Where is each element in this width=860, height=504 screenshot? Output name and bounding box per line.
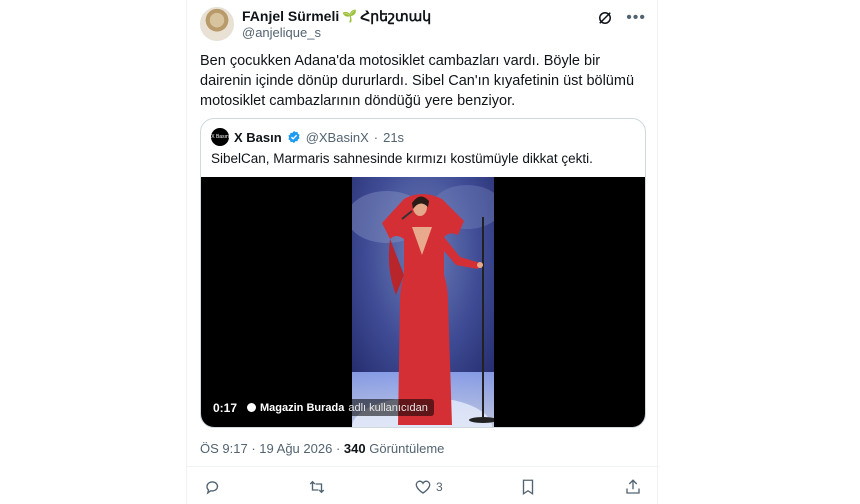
reply-icon: [206, 481, 219, 495]
quote-separator: ·: [373, 129, 379, 145]
more-icon[interactable]: •••: [626, 9, 646, 27]
tweet-header: FAnjel Sürmeli 🌱 Հրեշտակ @anjelique_s ••…: [200, 7, 650, 41]
author-display-name[interactable]: FAnjel Sürmeli 🌱 Հրեշտակ: [242, 8, 431, 25]
tweet-date[interactable]: 19 Ağu 2026: [259, 441, 332, 456]
verified-badge-icon: [288, 130, 300, 144]
author-name-text[interactable]: FAnjel Sürmeli: [242, 8, 339, 25]
quote-avatar[interactable]: X Basın: [211, 128, 229, 146]
tweet-time[interactable]: ÖS 9:17: [200, 441, 248, 456]
author-handle[interactable]: @anjelique_s: [242, 25, 431, 41]
quote-header: X Basın X Basın @XBasinX · 21s: [211, 128, 404, 146]
share-button[interactable]: [624, 478, 646, 496]
video-channel-name[interactable]: Magazin Burada: [260, 402, 344, 414]
share-icon: [626, 479, 640, 494]
reply-button[interactable]: [204, 478, 226, 496]
quote-text: SibelCan, Marmaris sahnesinde kırmızı ko…: [211, 151, 593, 166]
video-channel-suffix: adlı kullanıcıdan: [348, 401, 428, 414]
meta-separator-2: ·: [335, 441, 341, 456]
author-info: FAnjel Sürmeli 🌱 Հրեշտակ @anjelique_s: [242, 8, 431, 41]
header-icons: •••: [596, 9, 646, 27]
bookmark-button[interactable]: [519, 478, 541, 496]
quote-handle[interactable]: @XBasinX: [306, 130, 369, 145]
views-label: Görüntüleme: [369, 441, 445, 456]
video-player[interactable]: 0:17 Magazin Burada adlı kullanıcıdan: [201, 177, 645, 427]
avatar[interactable]: [200, 7, 234, 41]
like-button[interactable]: 3: [414, 478, 443, 496]
author-name-suffix: Հրեշտակ: [360, 8, 432, 24]
views-count: 340: [343, 441, 366, 456]
tweet-column: FAnjel Sürmeli 🌱 Հրեշտակ @anjelique_s ••…: [186, 0, 659, 504]
channel-icon: [247, 403, 256, 412]
quote-author-name[interactable]: X Basın: [234, 130, 282, 145]
like-icon: [415, 480, 431, 494]
sprout-emoji: 🌱: [342, 9, 358, 23]
like-count: 3: [436, 480, 443, 494]
video-duration: 0:17: [213, 401, 238, 415]
tweet-text: Ben çocukken Adana'da motosiklet cambazl…: [200, 53, 635, 109]
retweet-icon: [309, 480, 325, 494]
video-still-image: [352, 177, 494, 427]
tweet-meta: ÖS 9:17 · 19 Ağu 2026 · 340 Görüntüleme: [200, 441, 444, 456]
retweet-button[interactable]: [308, 478, 330, 496]
quoted-tweet[interactable]: X Basın X Basın @XBasinX · 21s SibelCan,…: [200, 118, 646, 428]
quote-time[interactable]: 21s: [383, 130, 404, 145]
grok-icon[interactable]: [596, 9, 614, 27]
video-frame: [352, 177, 494, 427]
bookmark-icon: [522, 479, 534, 496]
video-source-pill[interactable]: Magazin Burada adlı kullanıcıdan: [241, 399, 434, 416]
tweet-actions: 3: [187, 466, 659, 504]
meta-separator: ·: [251, 441, 256, 456]
